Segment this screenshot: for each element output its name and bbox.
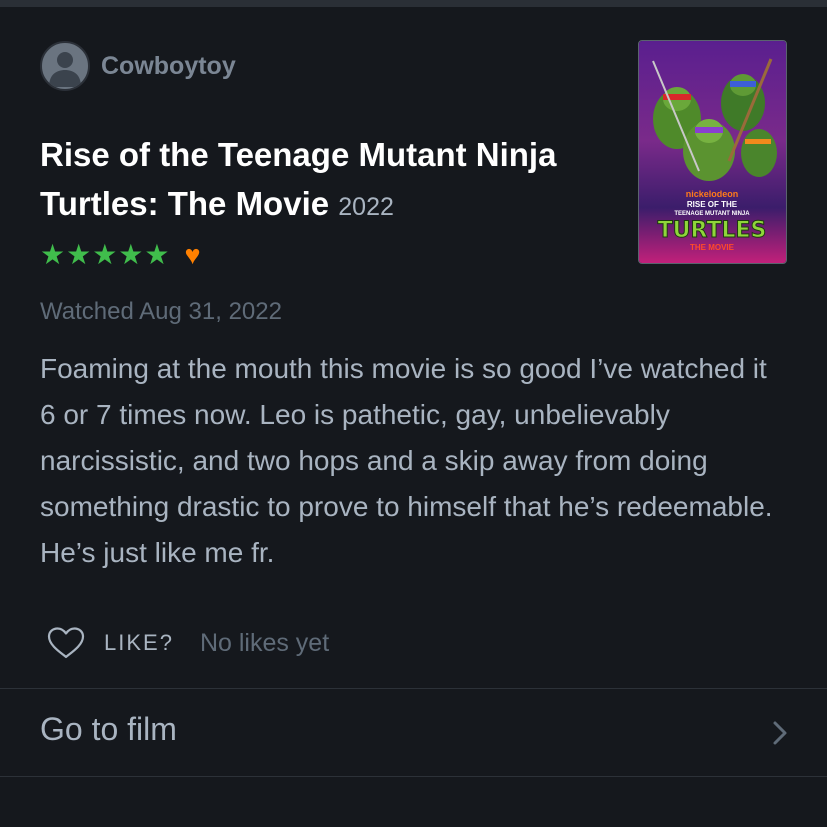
avatar[interactable] [40,41,90,91]
top-separator [0,0,827,7]
watched-date: Watched Aug 31, 2022 [40,298,282,325]
liked-heart-icon: ♥ [184,240,201,270]
chevron-right-icon [773,721,787,745]
poster-network: nickelodeon [686,189,739,199]
poster-line2: TEENAGE MUTANT NINJA [674,211,750,217]
film-poster[interactable]: nickelodeon RISE OF THE TEENAGE MUTANT N… [638,40,787,264]
review-text: Foaming at the mouth this movie is so go… [40,353,773,568]
poster-line1: RISE OF THE [687,200,738,209]
star-rating: ★★★★★ [40,239,171,270]
go-to-film-label[interactable]: Go to film [40,711,177,748]
user-silhouette-icon [49,52,81,87]
film-title[interactable]: Rise of the Teenage Mutant Ninja Turtles… [40,136,556,222]
poster-logo: TURTLES [658,218,767,243]
heart-outline-icon[interactable] [46,626,86,660]
reviewer-username[interactable]: Cowboytoy [101,52,236,81]
like-row: LIKE? No likes yet [46,626,329,660]
poster-subtitle: THE MOVIE [690,243,735,252]
poster-artwork: nickelodeon RISE OF THE TEENAGE MUTANT N… [639,41,786,263]
like-count: No likes yet [199,628,330,657]
divider [0,776,827,777]
film-title-block[interactable]: Rise of the Teenage Mutant Ninja Turtles… [40,130,630,232]
reviewer-header[interactable]: Cowboytoy [40,41,236,91]
film-year: 2022 [338,193,394,221]
like-button[interactable]: LIKE? [104,630,174,656]
go-to-film-row[interactable]: Go to film [0,689,827,776]
rating-row: ★★★★★ ♥ [40,239,201,271]
